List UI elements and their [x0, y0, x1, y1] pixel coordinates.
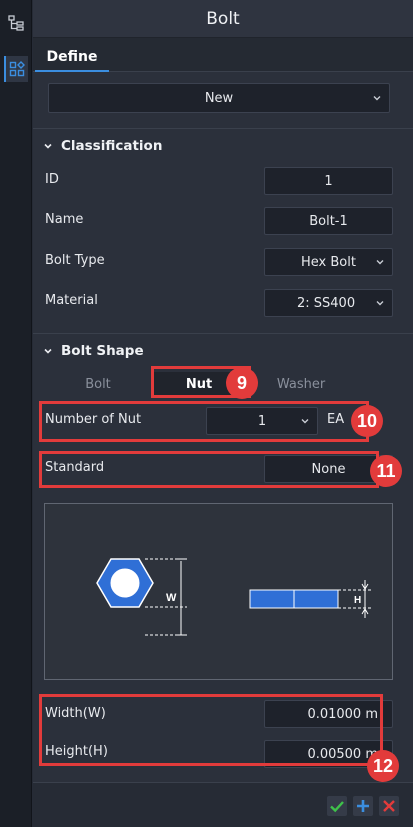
close-icon — [383, 800, 395, 812]
id-field[interactable]: 1 — [264, 167, 393, 195]
bolt-shape-title: Bolt Shape — [61, 343, 144, 359]
divider — [33, 333, 413, 334]
highlight-dimensions — [39, 694, 383, 766]
bolt-type-select[interactable]: Hex Bolt — [264, 248, 393, 276]
components-icon — [9, 61, 25, 77]
tree-view-button[interactable] — [4, 10, 28, 36]
chevron-down-icon — [44, 143, 52, 149]
nut-hole — [110, 568, 140, 598]
cancel-button[interactable] — [379, 796, 399, 816]
mode-select-value: New — [204, 90, 234, 106]
left-toolstrip — [0, 0, 32, 827]
width-mark: W — [166, 592, 177, 604]
highlight-number-of-nut — [39, 401, 369, 442]
classification-header[interactable]: Classification — [43, 138, 162, 154]
material-label: Material — [45, 293, 98, 308]
callout-11: 11 — [370, 455, 402, 487]
components-button[interactable] — [4, 56, 28, 82]
callout-9: 9 — [226, 367, 258, 399]
callout-12: 12 — [367, 750, 399, 782]
tab-define[interactable]: Define — [35, 44, 109, 72]
highlight-standard — [39, 451, 379, 488]
chevron-down-icon — [376, 260, 384, 265]
confirm-button[interactable] — [327, 796, 347, 816]
tab-bar: Define — [33, 38, 413, 72]
add-button[interactable] — [353, 796, 373, 816]
nut-drawing: W H — [96, 558, 371, 636]
bolt-panel: Bolt Define New Classification ID 1 Name… — [33, 0, 413, 827]
name-field[interactable]: Bolt-1 — [264, 207, 393, 235]
nut-diagram: W H — [44, 503, 393, 680]
height-mark: H — [354, 595, 361, 606]
subtab-washer[interactable]: Washer — [255, 372, 347, 396]
plus-icon — [357, 800, 369, 812]
check-icon — [330, 801, 344, 813]
bolt-type-label: Bolt Type — [45, 253, 105, 268]
bolt-shape-header[interactable]: Bolt Shape — [43, 343, 144, 359]
chevron-down-icon — [376, 301, 384, 306]
action-bar — [33, 782, 413, 827]
panel-title: Bolt — [33, 0, 413, 38]
chevron-down-icon — [44, 348, 52, 354]
divider — [33, 128, 413, 129]
mode-select[interactable]: New — [48, 83, 390, 113]
subtab-bolt[interactable]: Bolt — [55, 372, 141, 396]
id-label: ID — [45, 172, 59, 187]
material-select[interactable]: 2: SS400 — [264, 289, 393, 317]
callout-10: 10 — [351, 405, 383, 437]
tree-view-icon — [8, 15, 24, 31]
classification-title: Classification — [61, 138, 163, 154]
bolt-type-value: Hex Bolt — [301, 254, 356, 270]
chevron-down-icon — [373, 96, 381, 101]
material-value: 2: SS400 — [297, 295, 356, 311]
name-label: Name — [45, 212, 84, 227]
